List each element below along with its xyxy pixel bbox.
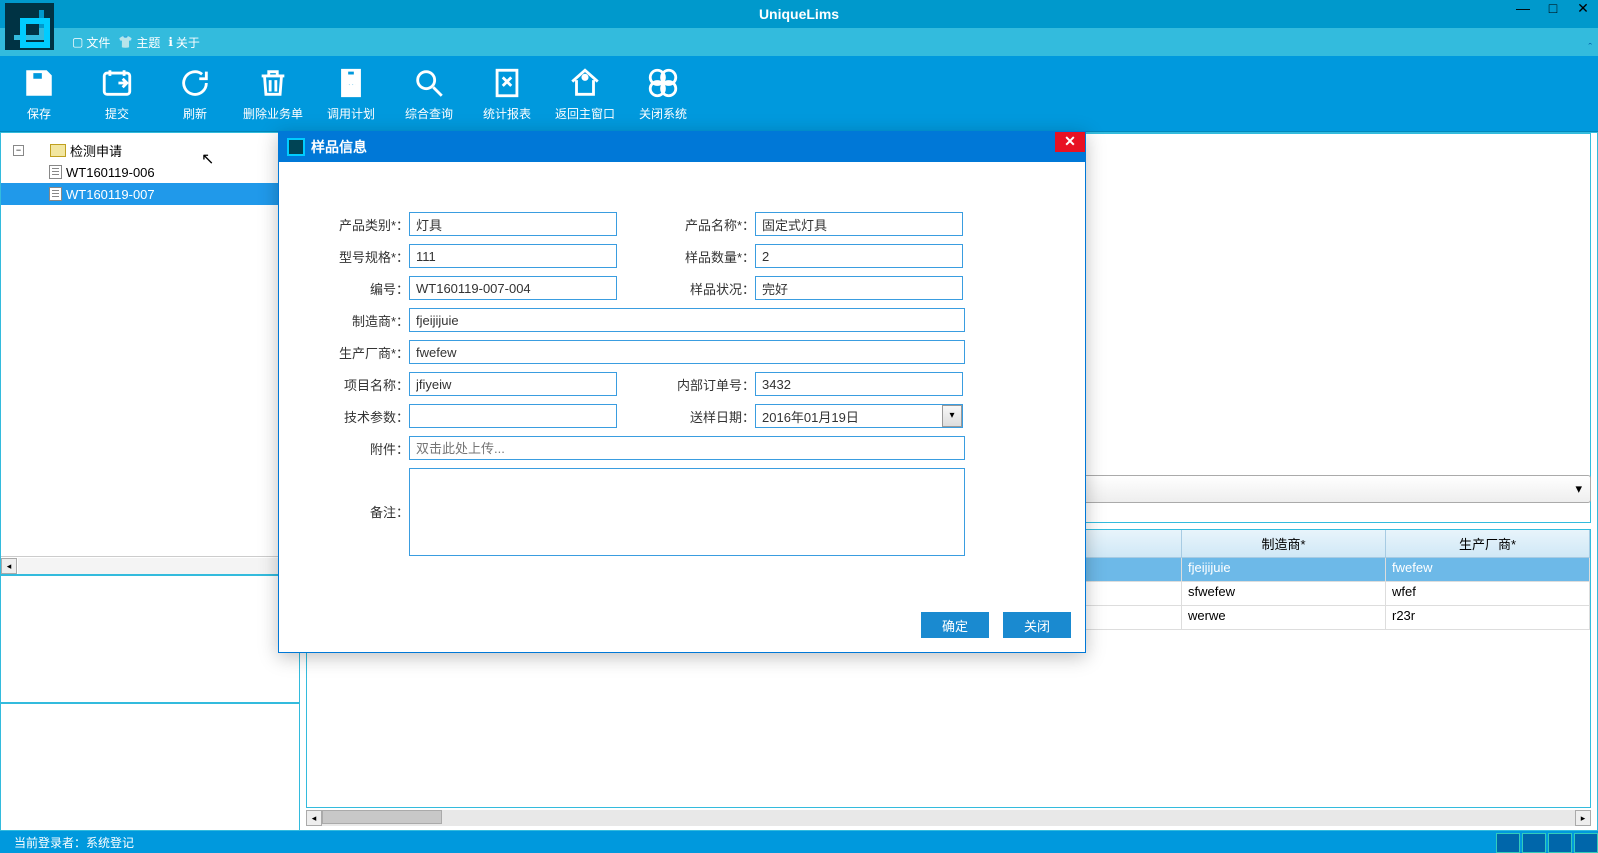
tree-view[interactable]: − 检测申请 WT160119-006 WT160119-007	[1, 133, 299, 556]
folder-icon	[50, 144, 66, 157]
window-controls: — □ ✕	[1508, 0, 1598, 20]
scroll-thumb[interactable]	[322, 810, 442, 824]
model-input[interactable]	[409, 244, 617, 268]
label-tech: 技术参数：	[329, 407, 409, 426]
report-icon	[489, 65, 525, 101]
refresh-button[interactable]: 刷新	[156, 56, 234, 131]
scroll-track[interactable]	[322, 810, 1575, 826]
sn-input[interactable]	[409, 276, 617, 300]
save-icon	[21, 65, 57, 101]
file-icon: ▢	[72, 35, 83, 49]
status-indicator	[1496, 833, 1520, 853]
scroll-left-button[interactable]: ◂	[1, 558, 17, 574]
left-panel-box-2	[1, 702, 299, 830]
label-proj: 项目名称：	[329, 375, 409, 394]
close-icon	[645, 65, 681, 101]
tech-input[interactable]	[409, 404, 617, 428]
submit-button[interactable]: 提交	[78, 56, 156, 131]
left-panel-box-1	[1, 574, 299, 702]
menu-about[interactable]: ℹ关于	[168, 34, 200, 51]
product-name-input[interactable]	[755, 212, 963, 236]
title-bar: UniqueLims — □ ✕	[0, 0, 1598, 28]
chevron-down-icon: ▾	[1575, 481, 1582, 497]
label-name: 产品名称*：	[675, 215, 755, 234]
label-model: 型号规格*：	[329, 247, 409, 266]
report-button[interactable]: 统计报表	[468, 56, 546, 131]
category-input[interactable]	[409, 212, 617, 236]
status-indicator	[1574, 833, 1598, 853]
label-attach: 附件：	[329, 439, 409, 458]
order-input[interactable]	[755, 372, 963, 396]
left-h-scrollbar[interactable]: ◂ ▸	[1, 556, 299, 574]
app-logo	[5, 3, 65, 53]
label-mfr: 制造商*：	[329, 311, 409, 330]
label-prod: 生产厂商*：	[329, 343, 409, 362]
label-status: 样品状况：	[675, 279, 755, 298]
dialog-close-button[interactable]: ✕	[1055, 132, 1085, 152]
toolbar: 保存 提交 刷新 删除业务单 调用计划 综合查询 统计报表 返回主窗口 关闭系统	[0, 56, 1598, 132]
refresh-icon	[177, 65, 213, 101]
status-indicator	[1522, 833, 1546, 853]
menu-bar: ▢文件 👕主题 ℹ关于 ˆ	[0, 28, 1598, 56]
label-order: 内部订单号：	[675, 375, 755, 394]
scroll-right-button[interactable]: ▸	[1575, 810, 1591, 826]
app-title: UniqueLims	[759, 6, 839, 22]
label-remark: 备注：	[329, 468, 409, 521]
manufacturer-input[interactable]	[409, 308, 965, 332]
remark-textarea[interactable]	[409, 468, 965, 556]
tree-item-0[interactable]: WT160119-006	[1, 161, 299, 183]
status-bar: 当前登录者：系统登记	[0, 831, 1598, 853]
ok-button[interactable]: 确定	[921, 612, 989, 638]
home-button[interactable]: 返回主窗口	[546, 56, 624, 131]
col-producer[interactable]: 生产厂商*	[1386, 530, 1590, 557]
close-window-button[interactable]: ✕	[1568, 0, 1598, 20]
home-icon	[567, 65, 603, 101]
about-icon: ℹ	[168, 35, 173, 49]
cancel-button[interactable]: 关闭	[1003, 612, 1071, 638]
minimize-button[interactable]: —	[1508, 0, 1538, 20]
delete-button[interactable]: 删除业务单	[234, 56, 312, 131]
tree-collapse-icon[interactable]: −	[13, 145, 24, 156]
dialog-title-bar[interactable]: 样品信息 ✕	[279, 132, 1085, 162]
query-button[interactable]: 综合查询	[390, 56, 468, 131]
menu-file[interactable]: ▢文件	[72, 34, 110, 51]
close-system-button[interactable]: 关闭系统	[624, 56, 702, 131]
status-input[interactable]	[755, 276, 963, 300]
document-icon	[49, 165, 62, 179]
menu-theme[interactable]: 👕主题	[118, 34, 160, 51]
label-date: 送样日期：	[675, 407, 755, 426]
date-input[interactable]	[755, 404, 963, 428]
date-picker-button[interactable]: ▾	[942, 405, 962, 427]
submit-icon	[99, 65, 135, 101]
theme-icon: 👕	[118, 35, 133, 49]
trash-icon	[255, 65, 291, 101]
dialog-logo-icon	[287, 138, 305, 156]
save-button[interactable]: 保存	[0, 56, 78, 131]
left-sidebar: − 检测申请 WT160119-006 WT160119-007 ◂ ▸	[0, 132, 300, 831]
document-icon	[49, 187, 62, 201]
status-indicator	[1548, 833, 1572, 853]
tree-item-1[interactable]: WT160119-007	[1, 183, 299, 205]
project-input[interactable]	[409, 372, 617, 396]
status-indicators	[1496, 833, 1598, 853]
tree-root-node[interactable]: − 检测申请	[1, 139, 299, 161]
label-category: 产品类别*：	[329, 215, 409, 234]
attachment-input[interactable]	[409, 436, 965, 460]
label-qty: 样品数量*：	[675, 247, 755, 266]
maximize-button[interactable]: □	[1538, 0, 1568, 20]
search-icon	[411, 65, 447, 101]
scroll-track[interactable]	[18, 558, 282, 574]
col-manufacturer[interactable]: 制造商*	[1182, 530, 1386, 557]
ribbon-collapse-button[interactable]: ˆ	[1588, 42, 1592, 54]
dialog-title: 样品信息	[311, 137, 367, 157]
plan-icon	[333, 65, 369, 101]
scroll-left-button[interactable]: ◂	[306, 810, 322, 826]
plan-button[interactable]: 调用计划	[312, 56, 390, 131]
qty-input[interactable]	[755, 244, 963, 268]
status-text: 当前登录者：系统登记	[14, 834, 134, 851]
sample-info-dialog: 样品信息 ✕ 产品类别*： 产品名称*： 型号规格*： 样品数量*： 编号： 样…	[278, 131, 1086, 653]
right-h-scrollbar[interactable]: ◂ ▸	[306, 810, 1591, 828]
producer-input[interactable]	[409, 340, 965, 364]
label-sn: 编号：	[329, 279, 409, 298]
